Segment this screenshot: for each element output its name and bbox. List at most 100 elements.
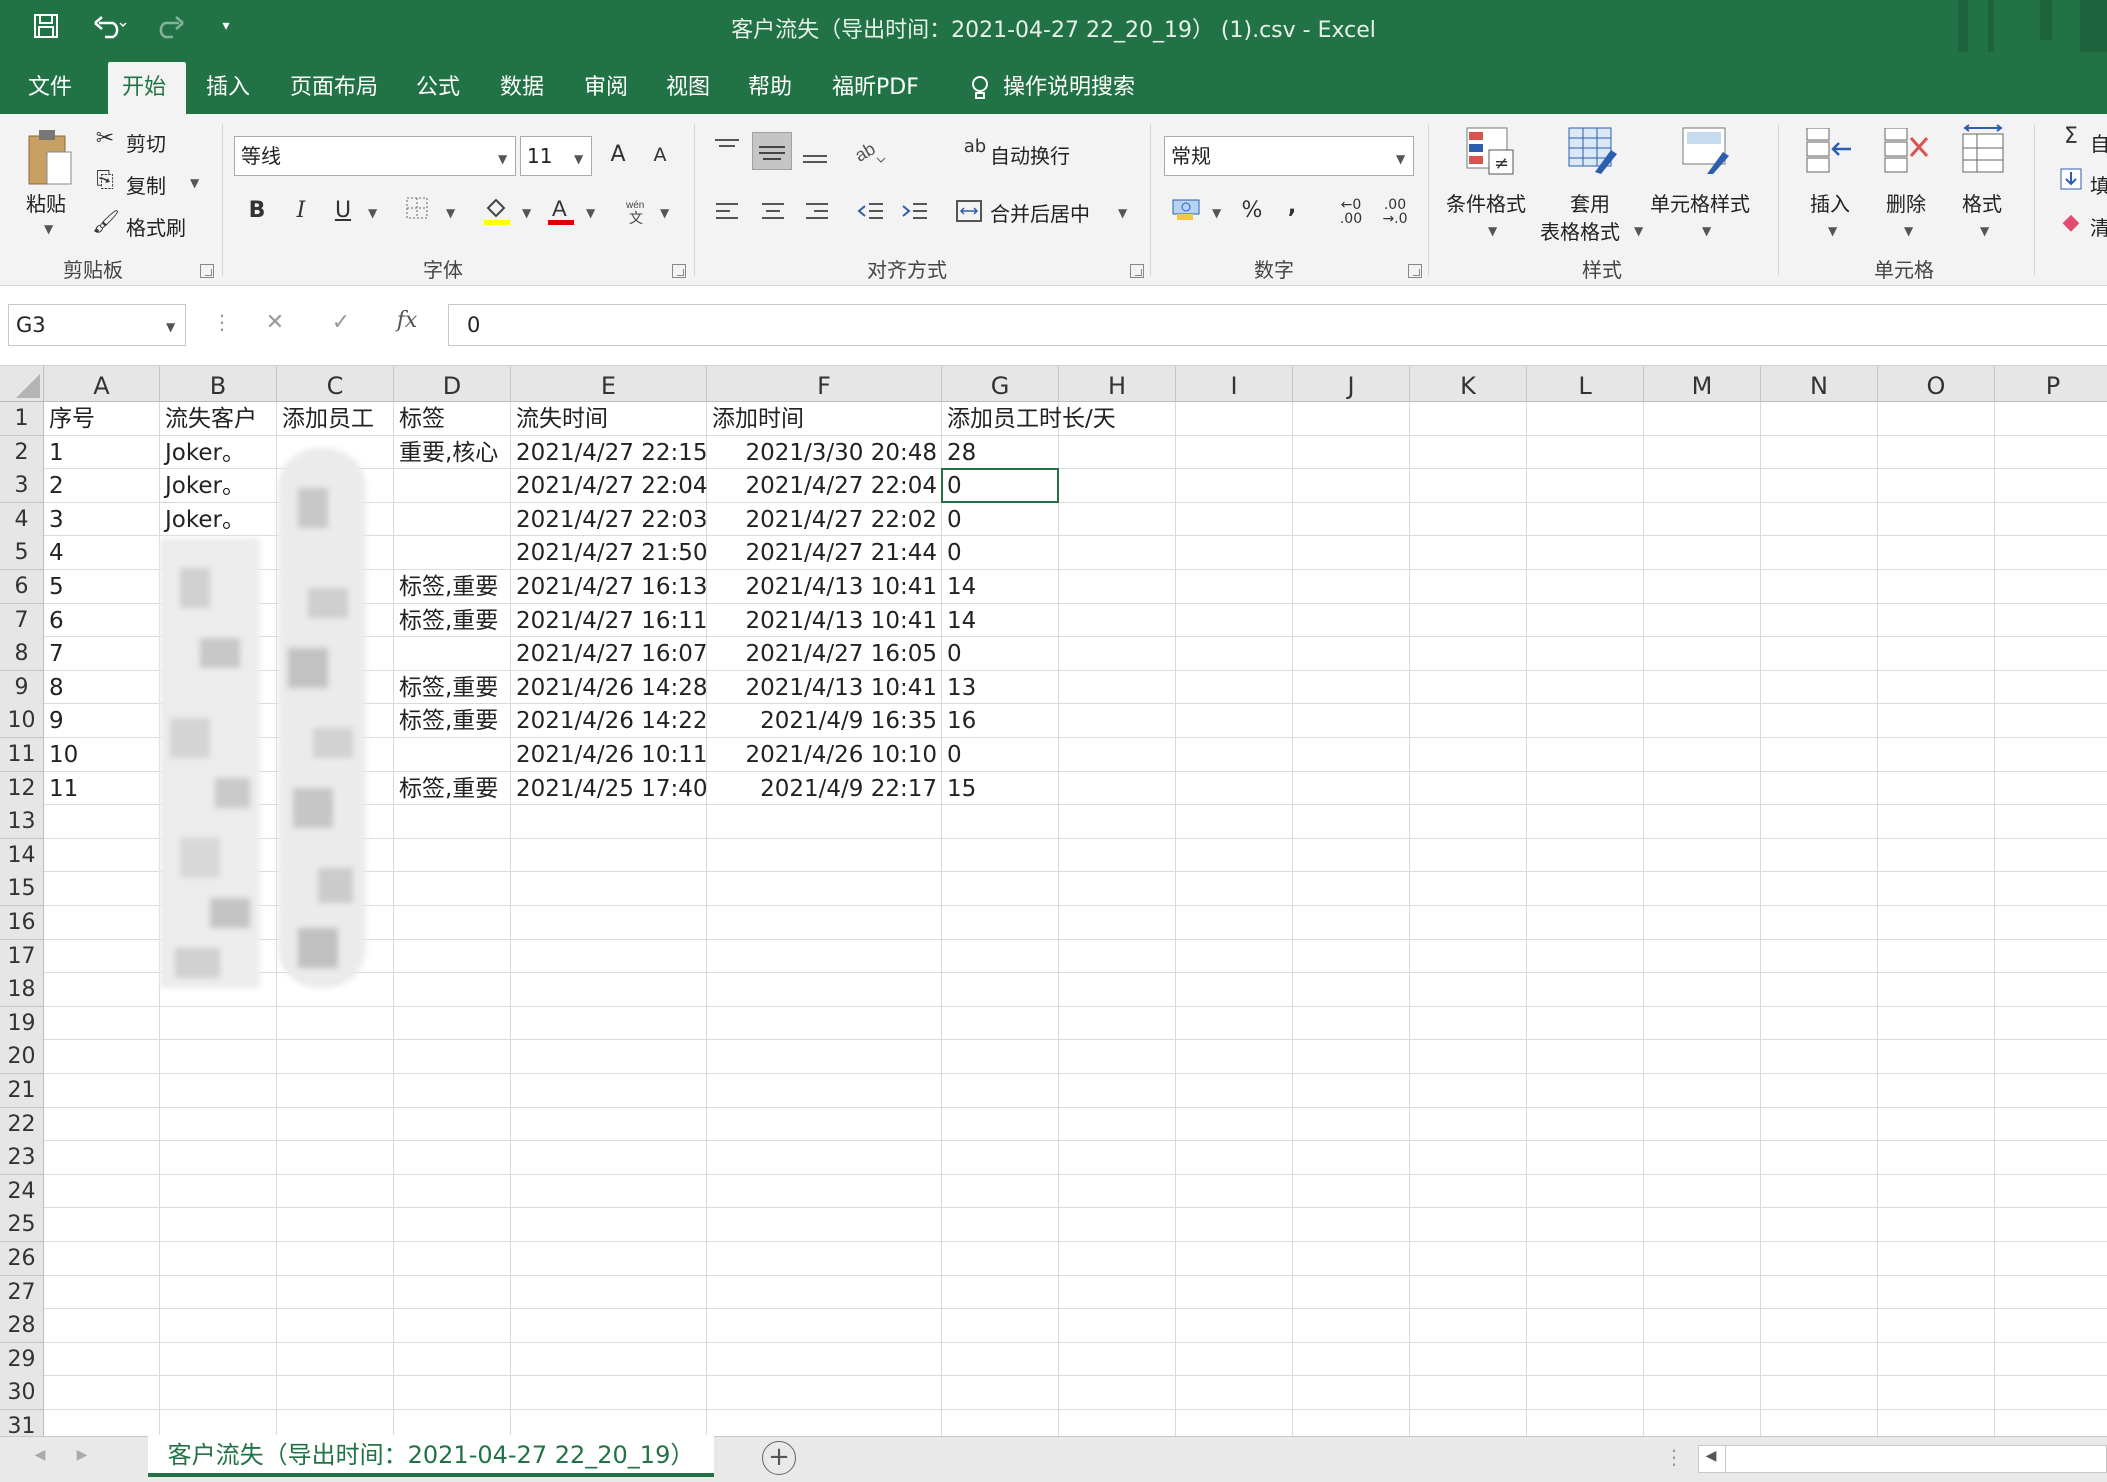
font-launcher-icon[interactable] [672,264,686,278]
alignment-launcher-icon[interactable] [1130,264,1144,278]
row-header[interactable]: 21 [0,1074,44,1108]
number-launcher-icon[interactable] [1408,264,1422,278]
decrease-indent-icon[interactable] [856,200,886,228]
cancel-icon[interactable]: ✕ [260,310,290,335]
format-as-table-button[interactable]: 表格格式 [1540,216,1620,245]
insert-cells-button[interactable]: 插入 [1810,188,1850,217]
conditional-formatting-button[interactable]: 条件格式 [1446,188,1526,217]
orientation-icon[interactable]: ab [851,138,888,172]
copy-icon[interactable]: ⎘ [92,168,118,193]
increase-indent-icon[interactable] [900,200,930,228]
cell[interactable]: 标签,重要 [394,604,511,638]
row-header[interactable]: 2 [0,435,44,470]
cell[interactable]: 2021/4/13 10:41 [707,671,942,705]
cell[interactable]: 2021/4/13 10:41 [707,570,942,604]
row-header[interactable]: 31 [0,1410,44,1436]
horizontal-scrollbar[interactable]: ◀ [1698,1445,2107,1473]
column-header[interactable]: N [1761,366,1878,402]
scroll-tabs-right-icon[interactable]: ▶ [72,1447,92,1463]
cell[interactable]: 6 [44,604,160,638]
column-header[interactable]: M [1644,366,1761,402]
cell[interactable]: 2021/4/27 22:04 [707,469,942,503]
cell[interactable]: 0 [942,738,1059,772]
column-header[interactable]: F [707,366,942,402]
cell[interactable]: Joker。 [160,469,277,503]
currency-dropdown-icon[interactable]: ▼ [1212,206,1221,220]
tab-home[interactable]: 开始 [108,62,186,114]
formula-input[interactable]: 0 [448,304,2107,346]
row-header[interactable]: 11 [0,738,44,772]
number-format-box[interactable]: 常规 [1164,136,1414,176]
format-as-table-label-1[interactable]: 套用 [1570,188,1610,217]
insert-dropdown-icon[interactable]: ▼ [1828,224,1837,238]
cell[interactable]: 2021/4/9 22:17 [707,772,942,806]
column-header[interactable]: P [1995,366,2107,402]
cell[interactable]: 2021/4/26 14:28 [511,671,708,705]
format-painter-icon[interactable]: 🖌 [92,210,120,235]
cell[interactable]: 2021/4/25 17:40 [511,772,708,806]
copy-dropdown-icon[interactable]: ▼ [190,176,199,190]
column-header[interactable]: K [1410,366,1527,402]
cell[interactable]: 标签,重要 [394,772,511,806]
tab-formulas[interactable]: 公式 [402,62,474,114]
cell[interactable]: 添加时间 [707,402,942,436]
row-header[interactable]: 12 [0,771,44,806]
row-header[interactable]: 26 [0,1242,44,1276]
column-header[interactable]: H [1059,366,1176,402]
format-cells-button[interactable]: 格式 [1962,188,2002,217]
cell-styles-icon[interactable] [1678,124,1734,182]
decrease-decimal-icon[interactable]: .00 →.0 [1378,198,1412,226]
bold-button[interactable]: B [244,198,270,223]
row-header[interactable]: 6 [0,570,44,604]
cell[interactable]: 添加员工时长/天 [942,402,1116,436]
clear-icon[interactable]: ◆ [2058,210,2084,235]
clear-button[interactable]: 清 [2090,212,2107,241]
format-cells-icon[interactable] [1956,124,2010,182]
paste-button[interactable]: 粘贴 [26,188,66,217]
column-header[interactable]: J [1293,366,1410,402]
column-header[interactable]: I [1176,366,1293,402]
row-header[interactable]: 9 [0,670,44,705]
cell[interactable]: 3 [44,503,160,537]
font-name-dropdown-icon[interactable]: ▼ [498,152,507,166]
column-header[interactable]: D [394,366,511,402]
row-header[interactable]: 5 [0,536,44,571]
cell[interactable]: 2021/3/30 20:48 [707,436,942,470]
row-header[interactable]: 8 [0,637,44,672]
row-header[interactable]: 10 [0,704,44,739]
cell[interactable]: 11 [44,772,160,806]
cut-button[interactable]: 剪切 [126,128,166,157]
cell[interactable]: Joker。 [160,503,277,537]
phonetic-dropdown-icon[interactable]: ▼ [660,206,669,220]
row-header[interactable]: 7 [0,603,44,638]
font-name-box[interactable]: 等线 [234,136,516,176]
cell[interactable]: 16 [942,704,1059,738]
cell[interactable]: 标签 [394,402,511,436]
cell[interactable]: 2021/4/26 10:11 [511,738,708,772]
row-header[interactable]: 27 [0,1275,44,1310]
format-dropdown-icon[interactable]: ▼ [1980,224,1989,238]
row-header[interactable]: 18 [0,973,44,1008]
cell[interactable]: 流失客户 [160,402,277,436]
cell[interactable]: 2021/4/27 22:15 [511,436,708,470]
selected-cell[interactable] [941,468,1059,503]
cell[interactable]: 2021/4/27 16:07 [511,637,708,671]
shrink-font-icon[interactable]: A [646,144,674,166]
cell[interactable]: 14 [942,570,1059,604]
cell[interactable]: 2021/4/27 22:04 [511,469,708,503]
insert-cells-icon[interactable] [1802,127,1856,182]
cell[interactable]: Joker。 [160,436,277,470]
cell[interactable]: 2021/4/27 16:13 [511,570,708,604]
column-header[interactable]: B [160,366,277,402]
row-header[interactable]: 22 [0,1107,44,1142]
tab-review[interactable]: 审阅 [570,62,642,114]
cell[interactable]: 8 [44,671,160,705]
underline-dropdown-icon[interactable]: ▼ [368,206,377,220]
cell[interactable]: 标签,重要 [394,570,511,604]
select-all-button[interactable] [0,366,44,402]
tab-help[interactable]: 帮助 [734,62,806,114]
column-header[interactable]: L [1527,366,1644,402]
clipboard-launcher-icon[interactable] [200,264,214,278]
new-sheet-icon[interactable]: + [762,1441,796,1475]
underline-button[interactable]: U [330,198,356,223]
